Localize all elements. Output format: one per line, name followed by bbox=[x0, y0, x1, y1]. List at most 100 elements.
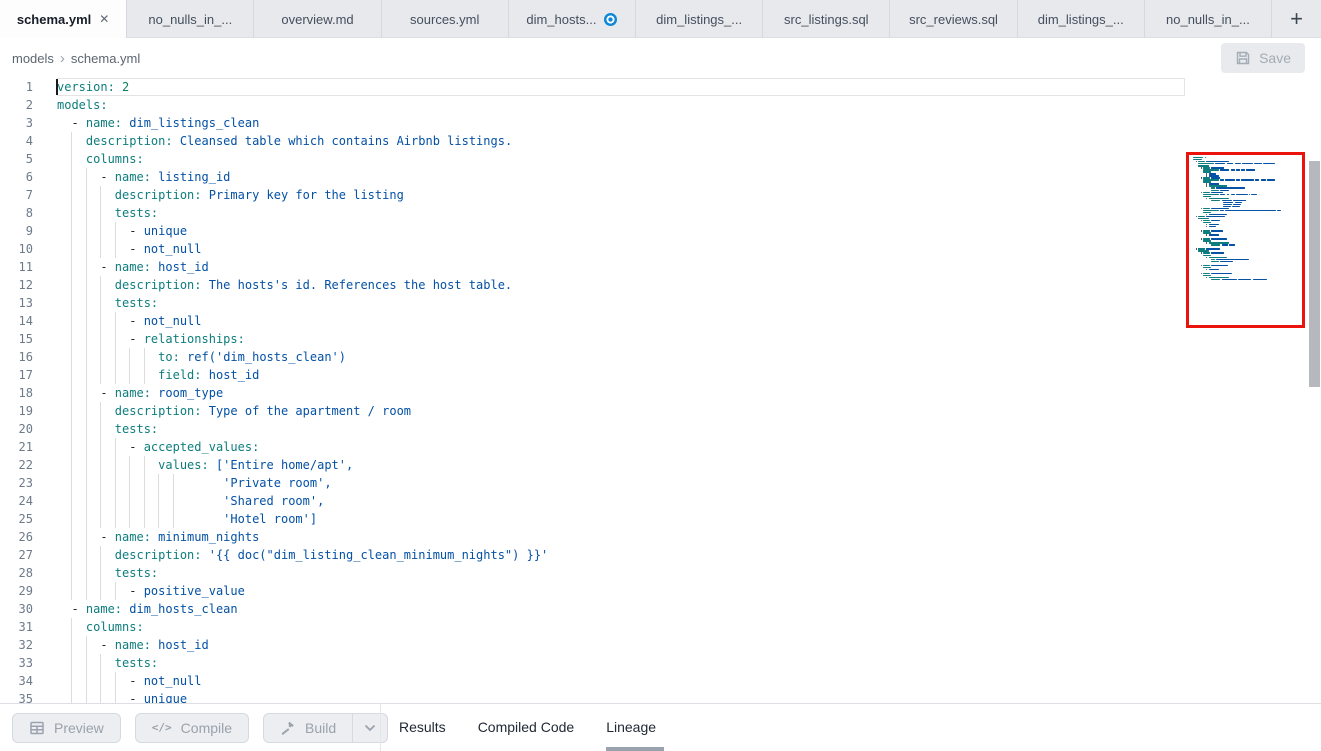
indent-guide bbox=[86, 654, 87, 672]
tab-no-nulls-in[interactable]: no_nulls_in_... bbox=[1145, 0, 1272, 38]
code-line: 15 - relationships: bbox=[0, 330, 1321, 348]
minimap-annotation-box[interactable] bbox=[1186, 152, 1305, 328]
code-text: description: '{{ doc("dim_listing_clean_… bbox=[57, 546, 1321, 564]
indent-guide bbox=[86, 348, 87, 366]
save-floppy-icon bbox=[1235, 50, 1251, 66]
indent-guide bbox=[115, 438, 116, 456]
indent-guide bbox=[86, 186, 87, 204]
close-tab-icon[interactable]: ✕ bbox=[99, 13, 109, 25]
minimap-bar bbox=[1209, 269, 1219, 270]
tab-src-reviews-sql[interactable]: src_reviews.sql bbox=[890, 0, 1017, 38]
code-line: 29 - positive_value bbox=[0, 582, 1321, 600]
code-line: 16 to: ref('dim_hosts_clean') bbox=[0, 348, 1321, 366]
indent-guide bbox=[115, 348, 116, 366]
indent-guide bbox=[100, 438, 101, 456]
token-v: host_id bbox=[202, 368, 260, 382]
tab-dim-listings[interactable]: dim_listings_... bbox=[636, 0, 763, 38]
minimap-bar bbox=[1193, 261, 1211, 262]
tab-label: dim_listings_... bbox=[656, 12, 742, 27]
panel-tab-compiled-code[interactable]: Compiled Code bbox=[478, 703, 575, 751]
minimap-bar bbox=[1267, 179, 1275, 180]
build-button-label: Build bbox=[305, 720, 336, 736]
panel-tab-results[interactable]: Results bbox=[399, 703, 446, 751]
indent-guide bbox=[158, 474, 159, 492]
panel-tab-lineage[interactable]: Lineage bbox=[606, 703, 656, 751]
line-number: 3 bbox=[0, 114, 33, 132]
code-text: field: host_id bbox=[57, 366, 1321, 384]
code-line: 2models: bbox=[0, 96, 1321, 114]
token-k: description: bbox=[115, 548, 202, 562]
indent-guide bbox=[100, 276, 101, 294]
indent-guide bbox=[71, 348, 72, 366]
indent-guide bbox=[115, 366, 116, 384]
save-button[interactable]: Save bbox=[1221, 43, 1305, 73]
token-k: values: bbox=[158, 458, 209, 472]
code-line: 9 - unique bbox=[0, 222, 1321, 240]
token-k: name: bbox=[115, 530, 151, 544]
tab-no-nulls-in[interactable]: no_nulls_in_... bbox=[127, 0, 254, 38]
code-line: 32 - name: host_id bbox=[0, 636, 1321, 654]
tab-sources-yml[interactable]: sources.yml bbox=[382, 0, 509, 38]
code-line: 20 tests: bbox=[0, 420, 1321, 438]
minimap-bar bbox=[1193, 244, 1211, 245]
token-p: - bbox=[57, 116, 86, 130]
indent-guide bbox=[100, 312, 101, 330]
build-button[interactable]: Build bbox=[264, 714, 352, 742]
indent-guide bbox=[86, 276, 87, 294]
tab-label: dim_hosts... bbox=[526, 12, 596, 27]
token-k: name: bbox=[86, 602, 122, 616]
minimap-bar bbox=[1222, 279, 1238, 280]
line-number: 10 bbox=[0, 240, 33, 258]
tab-dim-listings[interactable]: dim_listings_... bbox=[1018, 0, 1145, 38]
line-number: 20 bbox=[0, 420, 33, 438]
code-text: description: Cleansed table which contai… bbox=[57, 132, 1321, 150]
line-number: 25 bbox=[0, 510, 33, 528]
preview-button[interactable]: Preview bbox=[12, 713, 121, 743]
line-number: 1 bbox=[0, 78, 33, 96]
tab-overview-md[interactable]: overview.md bbox=[254, 0, 381, 38]
tab-dim-hosts[interactable]: dim_hosts... bbox=[509, 0, 636, 38]
code-text: models: bbox=[57, 96, 1321, 114]
indent-guide bbox=[100, 564, 101, 582]
modified-dot-icon bbox=[604, 13, 617, 26]
code-line: 34 - not_null bbox=[0, 672, 1321, 690]
indent-guide bbox=[100, 366, 101, 384]
code-text: 'Hotel room'] bbox=[57, 510, 1321, 528]
code-text: - name: minimum_nights bbox=[57, 528, 1321, 546]
indent-guide bbox=[173, 492, 174, 510]
indent-guide bbox=[158, 492, 159, 510]
token-k: columns: bbox=[86, 620, 144, 634]
indent-guide bbox=[86, 312, 87, 330]
panel-tab-label: Results bbox=[399, 719, 446, 735]
indent-guide bbox=[71, 618, 72, 636]
breadcrumb-item-models[interactable]: models bbox=[12, 51, 54, 66]
code-line: 14 - not_null bbox=[0, 312, 1321, 330]
new-tab-button[interactable]: + bbox=[1272, 0, 1321, 38]
token-k: name: bbox=[115, 260, 151, 274]
indent-guide bbox=[71, 690, 72, 703]
code-line: 21 - accepted_values: bbox=[0, 438, 1321, 456]
build-split-button: Build bbox=[263, 713, 388, 743]
indent-guide bbox=[144, 474, 145, 492]
code-editor[interactable]: 1version: 22models:3 - name: dim_listing… bbox=[0, 78, 1321, 703]
code-text: - relationships: bbox=[57, 330, 1321, 348]
bottom-toolbar: Preview </> Compile Build bbox=[0, 703, 1321, 751]
text-cursor bbox=[56, 79, 58, 95]
token-v: unique bbox=[144, 224, 187, 238]
breadcrumb-item-schema-yml[interactable]: schema.yml bbox=[71, 51, 140, 66]
token-k: field: bbox=[158, 368, 201, 382]
code-text: columns: bbox=[57, 618, 1321, 636]
editor-scrollbar[interactable] bbox=[1309, 161, 1320, 387]
tab-schema-yml[interactable]: schema.yml✕ bbox=[0, 0, 127, 38]
code-line: 35 - unique bbox=[0, 690, 1321, 703]
compile-button[interactable]: </> Compile bbox=[135, 713, 249, 743]
indent-guide bbox=[100, 510, 101, 528]
code-line: 17 field: host_id bbox=[0, 366, 1321, 384]
code-text: - not_null bbox=[57, 312, 1321, 330]
tab-src-listings-sql[interactable]: src_listings.sql bbox=[763, 0, 890, 38]
token-p bbox=[57, 476, 223, 490]
minimap-bar bbox=[1222, 200, 1232, 201]
action-buttons: Preview </> Compile Build bbox=[0, 713, 388, 743]
code-text: 'Shared room', bbox=[57, 492, 1321, 510]
token-v: unique bbox=[144, 692, 187, 703]
